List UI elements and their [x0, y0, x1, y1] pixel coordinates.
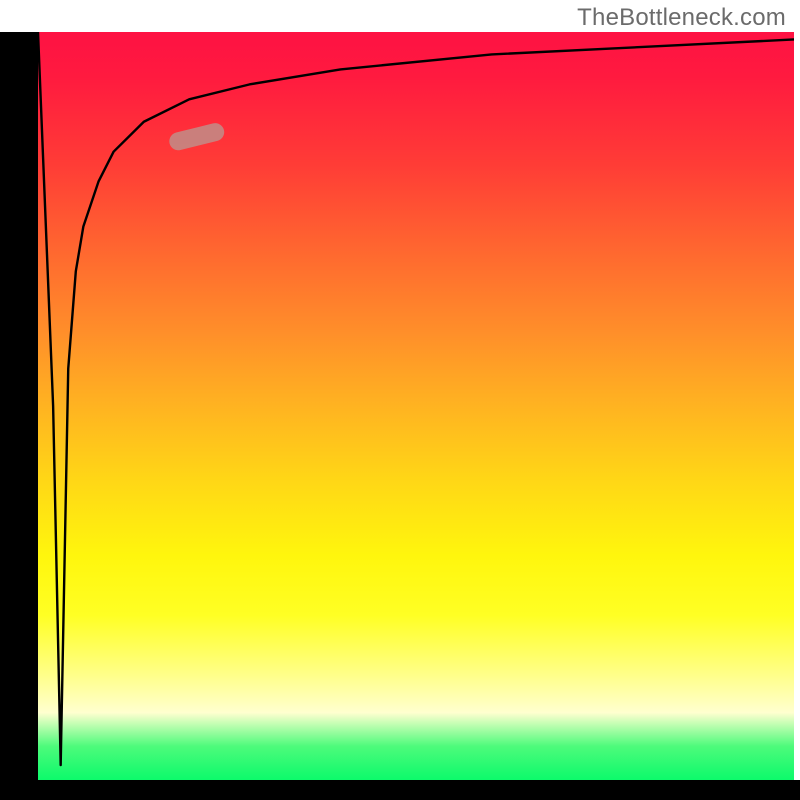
chart-container: TheBottleneck.com — [0, 0, 800, 800]
plot-area — [38, 32, 794, 780]
watermark-text: TheBottleneck.com — [577, 4, 786, 32]
series-path — [38, 32, 794, 765]
curve-svg — [38, 32, 794, 780]
x-axis — [0, 780, 800, 800]
y-axis — [0, 32, 38, 780]
marker-pill — [167, 121, 226, 152]
